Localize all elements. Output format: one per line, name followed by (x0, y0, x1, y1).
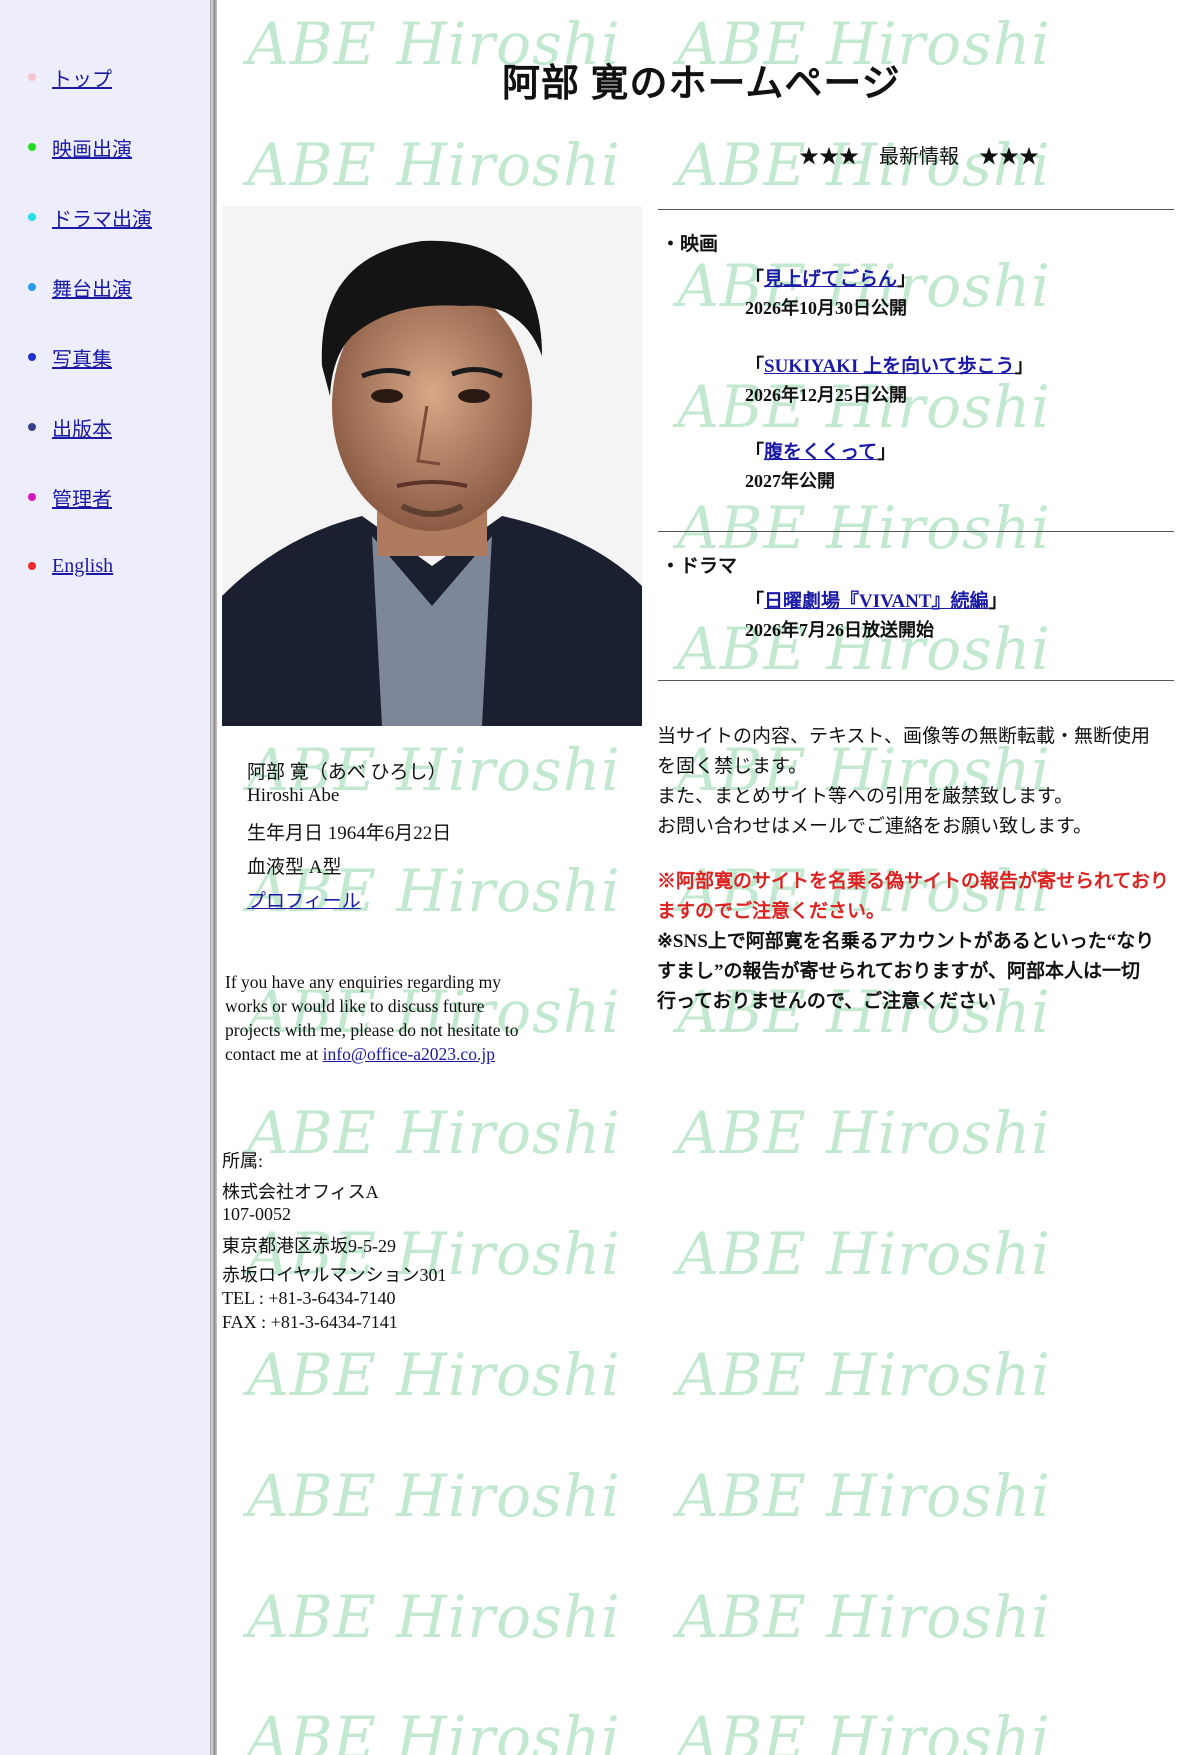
news-item-date: 2026年10月30日公開 (745, 298, 907, 318)
profile-name-en: Hiroshi Abe (247, 785, 340, 806)
bullet-dot-icon (28, 213, 36, 221)
news-item-title: 「腹をくくって」 (745, 442, 897, 463)
news-item-date: 2026年7月26日放送開始 (745, 620, 934, 640)
bullet-dot-icon (28, 143, 36, 151)
sidebar-divider (210, 0, 217, 1755)
affiliation-line: 赤坂ロイヤルマンション301 (222, 1265, 447, 1285)
news-item-title: 「見上げてごらん」 (745, 269, 917, 290)
watermark-text: ABE Hiroshi (247, 131, 621, 199)
news-item-title: 「日曜劇場『VIVANT』続編」 (745, 591, 1008, 612)
drama-section-label: ・ドラマ (661, 556, 738, 577)
movie-section-label: ・映画 (661, 234, 719, 255)
profile-name-ja: 阿部 寛（あべ ひろし） (247, 762, 447, 783)
movie-link-1[interactable]: 見上げてごらん (764, 269, 897, 290)
fake-site-warning-line: ますのでご注意ください。 (657, 901, 886, 922)
watermark-text: ABE Hiroshi (247, 1341, 621, 1409)
news-item-date: 2026年12月25日公開 (745, 385, 907, 405)
sidebar-link-photobook[interactable]: 写真集 (52, 343, 112, 372)
bullet-dot-icon (28, 423, 36, 431)
bullet-dot-icon (28, 353, 36, 361)
sidebar-item-photobook[interactable]: 写真集 (28, 342, 112, 372)
drama-link-1[interactable]: 日曜劇場『VIVANT』続編 (764, 591, 989, 612)
sidebar-link-books[interactable]: 出版本 (52, 413, 112, 442)
copyright-notice-line: を固く禁じます。 (657, 756, 808, 777)
news-heading: ★★★ 最新情報 ★★★ (799, 146, 1039, 168)
divider (658, 680, 1174, 681)
fake-site-warning-line: ※阿部寛のサイトを名乗る偽サイトの報告が寄せられており (657, 871, 1169, 892)
sidebar-item-movies[interactable]: 映画出演 (28, 132, 132, 162)
affiliation-line: 株式会社オフィスA (222, 1182, 379, 1202)
bullet-dot-icon (28, 283, 36, 291)
sidebar-link-movies[interactable]: 映画出演 (52, 133, 132, 162)
main-content: ABE Hiroshi ABE Hiroshi ABE Hiroshi ABE Hir… (217, 0, 1179, 1755)
sidebar-link-top[interactable]: トップ (52, 63, 112, 92)
watermark-text: ABE Hiroshi (247, 1099, 621, 1167)
sidebar-item-top[interactable]: トップ (28, 62, 112, 92)
affiliation-line: 107-0052 (222, 1204, 291, 1224)
watermark-text: ABE Hiroshi (677, 1099, 1051, 1167)
news-item-date: 2027年公開 (745, 471, 835, 491)
affiliation-label: 所属: (222, 1151, 264, 1171)
sidebar-item-dramas[interactable]: ドラマ出演 (28, 202, 152, 232)
profile-photo (222, 206, 642, 726)
watermark-text: ABE Hiroshi (677, 1341, 1051, 1409)
movie-link-2[interactable]: SUKIYAKI 上を向いて歩こう (764, 356, 1015, 377)
sns-warning-line: ※SNS上で阿部寛を名乗るアカウントがあるといった“なり (657, 931, 1155, 952)
email-link[interactable]: info@office-a2023.co.jp (323, 1044, 495, 1064)
bullet-dot-icon (28, 73, 36, 81)
sidebar-item-stage[interactable]: 舞台出演 (28, 272, 132, 302)
bullet-dot-icon (28, 562, 36, 570)
bullet-dot-icon (28, 493, 36, 501)
sns-warning-line: すまし”の報告が寄せられておりますが、阿部本人は一切 (657, 961, 1140, 982)
page-title: 阿部 寛のホームページ (502, 63, 901, 105)
sidebar-nav: トップ 映画出演 ドラマ出演 舞台出演 写真集 出版本 管理者 English (0, 0, 210, 1755)
sidebar-link-admin[interactable]: 管理者 (52, 483, 112, 512)
watermark-text: ABE Hiroshi (677, 1462, 1051, 1530)
news-item-title: 「SUKIYAKI 上を向いて歩こう」 (745, 356, 1034, 377)
copyright-notice-line: また、まとめサイト等への引用を厳禁致します。 (657, 786, 1074, 807)
divider (658, 531, 1174, 532)
sidebar-link-stage[interactable]: 舞台出演 (52, 273, 132, 302)
watermark-text: ABE Hiroshi (247, 1462, 621, 1530)
sns-warning-line: 行っておりませんので、ご注意ください (657, 991, 997, 1012)
copyright-notice-line: お問い合わせはメールでご連絡をお願い致します。 (657, 816, 1093, 837)
sidebar-link-dramas[interactable]: ドラマ出演 (52, 203, 152, 232)
profile-link-wrap: プロフィール (247, 886, 361, 913)
affiliation-line: 東京都港区赤坂9-5-29 (222, 1236, 396, 1256)
sidebar-item-english[interactable]: English (28, 551, 113, 581)
movie-link-3[interactable]: 腹をくくって (764, 442, 877, 463)
watermark-text: ABE Hiroshi (677, 1704, 1051, 1755)
watermark-text: ABE Hiroshi (247, 1704, 621, 1755)
profile-birthday: 生年月日 1964年6月22日 (247, 823, 452, 844)
contact-text: If you have any enquiries regarding my w… (225, 972, 519, 1064)
watermark-text: ABE Hiroshi (247, 1583, 621, 1651)
divider (658, 209, 1174, 210)
profile-blood-type: 血液型 A型 (247, 857, 342, 878)
sidebar-item-books[interactable]: 出版本 (28, 412, 112, 442)
affiliation-line: TEL : +81-3-6434-7140 (222, 1288, 396, 1308)
sidebar-link-english[interactable]: English (52, 555, 113, 578)
portrait-image (222, 206, 642, 726)
watermark-text: ABE Hiroshi (677, 1220, 1051, 1288)
profile-link[interactable]: プロフィール (247, 891, 361, 912)
watermark-text: ABE Hiroshi (677, 1583, 1051, 1651)
affiliation-line: FAX : +81-3-6434-7141 (222, 1312, 398, 1332)
sidebar-item-admin[interactable]: 管理者 (28, 482, 112, 512)
copyright-notice-line: 当サイトの内容、テキスト、画像等の無断転載・無断使用 (657, 726, 1151, 747)
